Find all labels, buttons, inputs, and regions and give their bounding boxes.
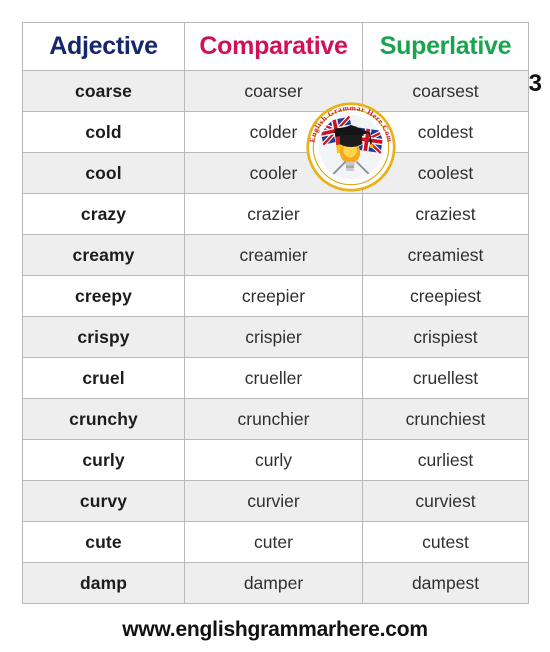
- cell-adjective: cruel: [22, 357, 185, 399]
- page-number: 3: [528, 70, 542, 97]
- column-header-superlative: Superlative: [362, 22, 529, 71]
- cell-adjective: curly: [22, 439, 185, 481]
- cell-superlative: creepiest: [362, 275, 529, 317]
- cell-comparative: damper: [184, 562, 363, 604]
- adjective-forms-table-container: Adjective Comparative Superlative coarse…: [22, 22, 529, 607]
- cell-superlative: coolest: [362, 152, 529, 194]
- cell-comparative: crazier: [184, 193, 363, 235]
- table-header-row: Adjective Comparative Superlative: [22, 22, 529, 71]
- table-row: cute cuter cutest: [22, 521, 529, 563]
- table-header: Adjective Comparative Superlative: [22, 22, 529, 71]
- cell-adjective: creepy: [22, 275, 185, 317]
- cell-adjective: coarse: [22, 70, 185, 112]
- cell-comparative: creepier: [184, 275, 363, 317]
- cell-superlative: curviest: [362, 480, 529, 522]
- cell-superlative: craziest: [362, 193, 529, 235]
- table-row: curvy curvier curviest: [22, 480, 529, 522]
- column-header-adjective: Adjective: [22, 22, 185, 71]
- table-row: cold colder coldest: [22, 111, 529, 153]
- cell-superlative: crispiest: [362, 316, 529, 358]
- cell-comparative: curly: [184, 439, 363, 481]
- cell-comparative: colder: [184, 111, 363, 153]
- cell-superlative: coldest: [362, 111, 529, 153]
- table-row: coarse coarser coarsest: [22, 70, 529, 112]
- cell-adjective: creamy: [22, 234, 185, 276]
- table-row: creepy creepier creepiest: [22, 275, 529, 317]
- cell-comparative: curvier: [184, 480, 363, 522]
- cell-adjective: crazy: [22, 193, 185, 235]
- table-row: crispy crispier crispiest: [22, 316, 529, 358]
- table-row: crazy crazier craziest: [22, 193, 529, 235]
- cell-adjective: curvy: [22, 480, 185, 522]
- adjective-forms-table: Adjective Comparative Superlative coarse…: [22, 22, 529, 604]
- table-row: cruel crueller cruellest: [22, 357, 529, 399]
- cell-superlative: cutest: [362, 521, 529, 563]
- worksheet-page: Adjective Comparative Superlative coarse…: [0, 0, 550, 652]
- table-row: crunchy crunchier crunchiest: [22, 398, 529, 440]
- table-row: damp damper dampest: [22, 562, 529, 604]
- table-row: cool cooler coolest: [22, 152, 529, 194]
- cell-comparative: coarser: [184, 70, 363, 112]
- cell-adjective: cold: [22, 111, 185, 153]
- cell-superlative: creamiest: [362, 234, 529, 276]
- cell-adjective: cool: [22, 152, 185, 194]
- cell-adjective: cute: [22, 521, 185, 563]
- cell-comparative: creamier: [184, 234, 363, 276]
- cell-superlative: dampest: [362, 562, 529, 604]
- cell-superlative: crunchiest: [362, 398, 529, 440]
- site-url-footer: www.englishgrammarhere.com: [122, 618, 428, 641]
- cell-comparative: cooler: [184, 152, 363, 194]
- cell-superlative: curliest: [362, 439, 529, 481]
- column-header-comparative: Comparative: [184, 22, 363, 71]
- cell-comparative: crueller: [184, 357, 363, 399]
- cell-adjective: crunchy: [22, 398, 185, 440]
- table-body: coarse coarser coarsest cold colder coldest co…: [22, 70, 529, 604]
- cell-comparative: cuter: [184, 521, 363, 563]
- cell-comparative: crunchier: [184, 398, 363, 440]
- table-row: curly curly curliest: [22, 439, 529, 481]
- cell-superlative: cruellest: [362, 357, 529, 399]
- cell-adjective: crispy: [22, 316, 185, 358]
- table-row: creamy creamier creamiest: [22, 234, 529, 276]
- cell-adjective: damp: [22, 562, 185, 604]
- cell-superlative: coarsest: [362, 70, 529, 112]
- cell-comparative: crispier: [184, 316, 363, 358]
